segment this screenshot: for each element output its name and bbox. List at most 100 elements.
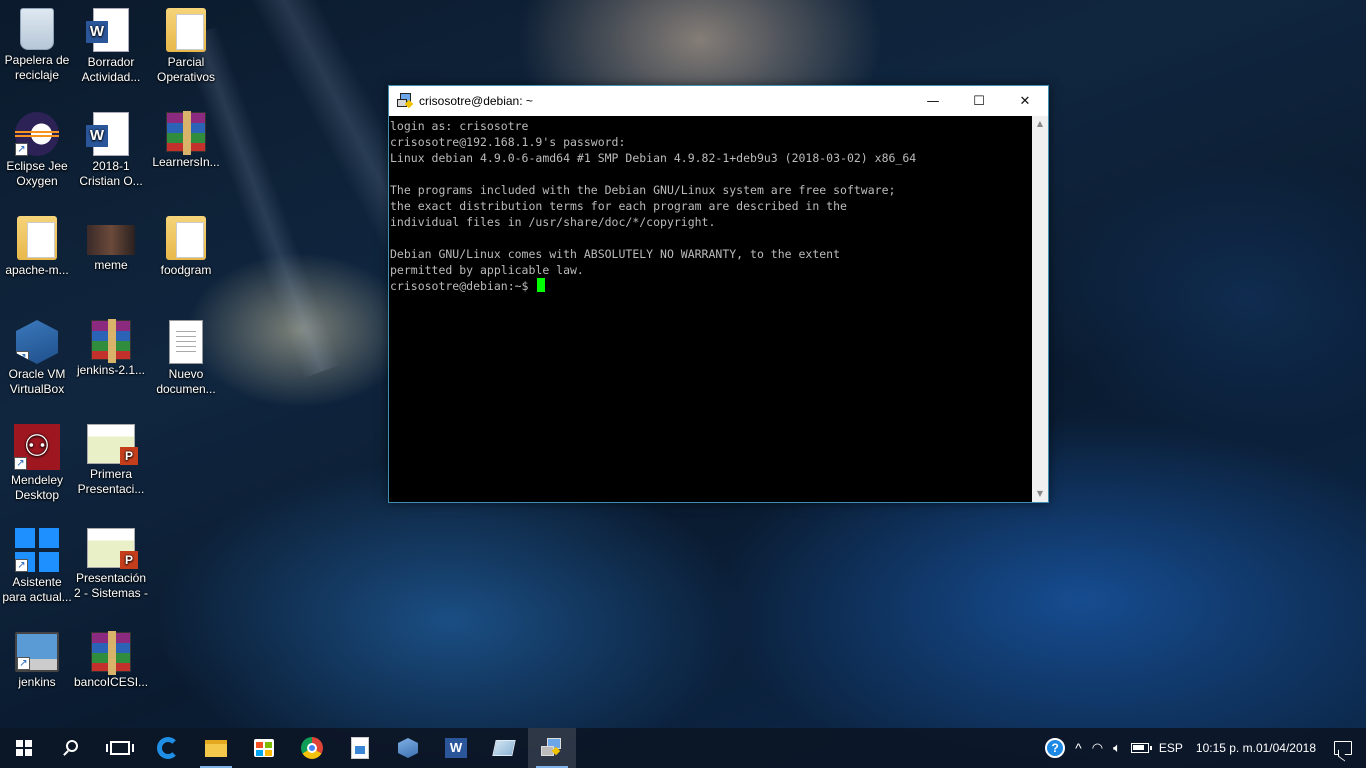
taskbar-photos[interactable] (336, 728, 384, 768)
language-button[interactable]: ESP (1154, 728, 1188, 768)
desktop-icon-label: 2018-1 Cristian O... (79, 159, 143, 188)
desktop-icon-label: Eclipse Jee Oxygen (6, 159, 68, 188)
terminal-line: crisosotre@192.168.1.9's password: (390, 135, 626, 149)
terminal-scrollbar[interactable]: ▲ ▼ (1032, 116, 1048, 502)
desktop-icon-label: Asistente para actual... (2, 575, 72, 604)
putty-icon[interactable] (397, 93, 414, 109)
putty-terminal-window[interactable]: crisosotre@debian: ~ — ☐ ✕ login as: cri… (388, 85, 1049, 503)
powerpoint-icon (87, 528, 138, 569)
desktop-icon[interactable]: bancoICESI... (74, 631, 149, 690)
desktop-icon[interactable]: Papelera de reciclaje (0, 8, 74, 83)
taskbar-virtualbox[interactable] (384, 728, 432, 768)
taskbar-sticky-notes[interactable] (480, 728, 528, 768)
desktop-icon[interactable]: ↗ Eclipse Jee Oxygen (0, 112, 74, 189)
volume-button[interactable]: 🔈︎ (1108, 728, 1126, 768)
start-button[interactable] (0, 728, 48, 768)
image-thumbnail-icon (87, 225, 135, 255)
desktop-icon[interactable]: Parcial Operativos (149, 8, 223, 85)
desktop-icon[interactable]: apache-m... (0, 216, 74, 278)
desktop-icon-label: bancoICESI... (74, 675, 149, 689)
desktop-icon[interactable]: LearnersIn... (149, 111, 223, 170)
clock-time: 10:15 p. m. (1195, 741, 1256, 755)
jenkins-icon: ↗ (15, 632, 59, 672)
taskbar-word[interactable]: W (432, 728, 480, 768)
terminal-line: The programs included with the Debian GN… (390, 183, 896, 197)
desktop-icon[interactable]: Borrador Actividad... (74, 8, 148, 85)
terminal-cursor (537, 278, 546, 292)
desktop-icon-label: apache-m... (5, 263, 69, 277)
desktop-icon[interactable]: 2018-1 Cristian O... (74, 112, 148, 189)
help-tray-button[interactable]: ? (1040, 728, 1070, 768)
wifi-icon: ◠ (1091, 740, 1104, 755)
language-indicator: ESP (1158, 741, 1183, 755)
battery-button[interactable] (1126, 728, 1154, 768)
minimize-icon: — (926, 93, 940, 109)
windows-logo-icon: ↗ (15, 528, 59, 572)
chevron-up-icon: ^ (1075, 740, 1082, 756)
desktop-icon[interactable]: Primera Presentaci... (74, 424, 148, 497)
virtualbox-icon (398, 738, 418, 758)
desktop-icon-label: LearnersIn... (152, 155, 220, 169)
search-icon (66, 740, 78, 752)
task-view-icon (106, 741, 134, 755)
show-hidden-icons-button[interactable]: ^ (1070, 728, 1087, 768)
winrar-archive-icon (166, 111, 206, 155)
shortcut-arrow-icon: ↗ (14, 457, 27, 470)
volume-icon: 🔈︎ (1113, 740, 1121, 755)
text-document-icon (169, 320, 203, 364)
folder-icon (166, 8, 206, 52)
photos-icon (351, 737, 369, 759)
desktop-icon[interactable]: meme (74, 216, 148, 273)
word-document-icon (86, 112, 129, 156)
edge-icon (157, 737, 179, 759)
scroll-up-icon[interactable]: ▲ (1032, 116, 1048, 132)
taskbar-edge[interactable] (144, 728, 192, 768)
search-button[interactable] (48, 728, 96, 768)
word-document-icon (86, 8, 129, 52)
terminal-line: login as: crisosotre (390, 119, 529, 133)
desktop-icon-label: Papelera de reciclaje (4, 53, 70, 82)
desktop-icon-label: jenkins-2.1... (76, 363, 146, 377)
clock[interactable]: 10:15 p. m. 01/04/2018 (1188, 728, 1324, 768)
close-icon: ✕ (1019, 93, 1031, 109)
taskbar-store[interactable] (240, 728, 288, 768)
terminal-output[interactable]: login as: crisosotre crisosotre@192.168.1… (389, 116, 1032, 502)
desktop-icon-label: Mendeley Desktop (10, 473, 64, 502)
taskbar-file-explorer[interactable] (192, 728, 240, 768)
desktop-icon[interactable]: foodgram (149, 216, 223, 278)
desktop-icon[interactable]: Presentación 2 - Sistemas - (74, 528, 148, 601)
desktop-icon[interactable]: Nuevo documen... (149, 320, 223, 397)
desktop-icon[interactable]: ↗ Oracle VM VirtualBox (0, 320, 74, 397)
shortcut-arrow-icon: ↗ (17, 657, 30, 670)
powerpoint-icon (87, 424, 138, 465)
terminal-line: individual files in /usr/share/doc/*/cop… (390, 215, 716, 229)
network-button[interactable]: ◠ (1087, 728, 1108, 768)
desktop-icon[interactable]: ↗ Asistente para actual... (0, 528, 74, 605)
desktop-icon-label: Borrador Actividad... (81, 55, 141, 84)
maximize-button[interactable]: ☐ (956, 86, 1002, 116)
desktop-icon-label: jenkins (18, 675, 56, 689)
desktop-icon[interactable]: jenkins-2.1... (74, 319, 148, 378)
desktop-icon-label: Parcial Operativos (156, 55, 216, 84)
window-titlebar[interactable]: crisosotre@debian: ~ — ☐ ✕ (389, 86, 1048, 116)
sticky-notes-icon (492, 740, 516, 756)
minimize-button[interactable]: — (910, 86, 956, 116)
file-explorer-icon (205, 739, 227, 757)
task-view-button[interactable] (96, 728, 144, 768)
store-icon (254, 739, 274, 757)
terminal-line: Linux debian 4.9.0-6-amd64 #1 SMP Debian… (390, 151, 917, 165)
desktop-icon[interactable]: ↗ jenkins (0, 632, 74, 690)
desktop-icon[interactable]: ↗ Mendeley Desktop (0, 424, 74, 503)
taskbar-chrome[interactable] (288, 728, 336, 768)
taskbar-putty[interactable] (528, 728, 576, 768)
chrome-icon (301, 737, 323, 759)
action-center-button[interactable] (1324, 728, 1366, 768)
scroll-down-icon[interactable]: ▼ (1032, 486, 1048, 502)
putty-icon (541, 738, 563, 758)
desktop-icon-label: foodgram (160, 263, 212, 277)
terminal-line: Debian GNU/Linux comes with ABSOLUTELY N… (390, 247, 841, 261)
desktop-icon-label: Oracle VM VirtualBox (8, 367, 66, 396)
close-button[interactable]: ✕ (1002, 86, 1048, 116)
